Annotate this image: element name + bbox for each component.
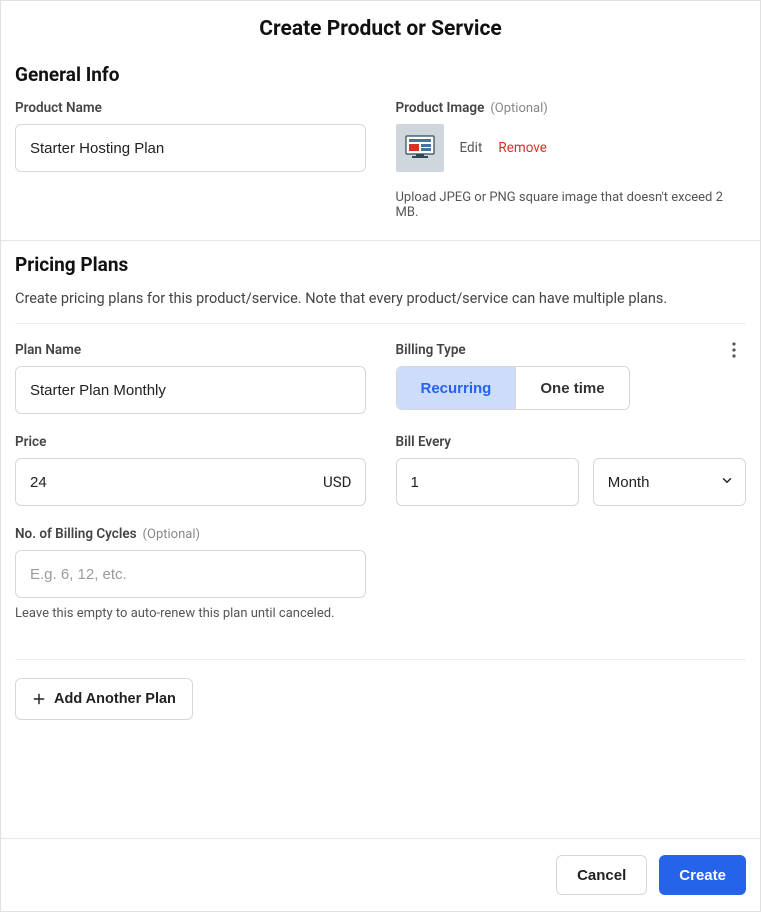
pricing-plans-section: Pricing Plans Create pricing plans for t…: [1, 241, 760, 740]
billing-onetime-button[interactable]: One time: [516, 367, 628, 409]
modal-footer: Cancel Create: [1, 838, 760, 911]
remove-image-link[interactable]: Remove: [498, 140, 547, 156]
kebab-icon: [732, 342, 736, 358]
billing-type-segmented: Recurring One time: [396, 366, 630, 410]
price-field: Price USD: [15, 434, 366, 506]
price-input[interactable]: [15, 458, 366, 506]
plan-name-input[interactable]: [15, 366, 366, 414]
product-image-field: Product Image (Optional): [396, 100, 747, 220]
product-name-label: Product Name: [15, 100, 366, 116]
billing-cycles-field: No. of Billing Cycles (Optional) Leave t…: [15, 526, 366, 621]
product-name-field: Product Name: [15, 100, 366, 172]
create-button[interactable]: Create: [659, 855, 746, 895]
billing-type-field: Billing Type Recurring One time: [396, 342, 747, 410]
product-image-label: Product Image (Optional): [396, 100, 747, 116]
pricing-heading: Pricing Plans: [15, 253, 746, 276]
cancel-button[interactable]: Cancel: [556, 855, 647, 895]
billing-cycles-input[interactable]: [15, 550, 366, 598]
optional-label: (Optional): [143, 527, 200, 542]
general-info-heading: General Info: [15, 63, 746, 86]
modal-title: Create Product or Service: [1, 1, 760, 51]
plan-name-label: Plan Name: [15, 342, 366, 358]
plan-bottom-divider: [15, 659, 746, 660]
pricing-sub: Create pricing plans for this product/se…: [15, 290, 746, 307]
currency-suffix: USD: [323, 473, 351, 491]
upload-hint: Upload JPEG or PNG square image that doe…: [396, 190, 747, 220]
bill-every-field: Bill Every: [396, 434, 747, 506]
billing-recurring-button[interactable]: Recurring: [397, 367, 517, 409]
bill-every-label: Bill Every: [396, 434, 747, 450]
plus-icon: [32, 692, 46, 706]
edit-image-link[interactable]: Edit: [460, 140, 483, 156]
plan-menu-button[interactable]: [722, 338, 746, 362]
plan-name-field: Plan Name: [15, 342, 366, 414]
bill-unit-select[interactable]: [593, 458, 746, 506]
create-product-modal: Create Product or Service General Info P…: [0, 0, 761, 912]
monitor-icon: [402, 130, 438, 166]
general-info-section: General Info Product Name Product Image …: [1, 51, 760, 240]
product-name-input[interactable]: [15, 124, 366, 172]
bill-every-input[interactable]: [396, 458, 579, 506]
product-image-thumbnail[interactable]: [396, 124, 444, 172]
optional-label: (Optional): [490, 101, 547, 116]
price-label: Price: [15, 434, 366, 450]
billing-type-label: Billing Type: [396, 342, 747, 358]
add-another-plan-button[interactable]: Add Another Plan: [15, 678, 193, 720]
billing-cycles-label: No. of Billing Cycles (Optional): [15, 526, 366, 542]
plan-top-divider: [15, 323, 746, 324]
billing-cycles-hint: Leave this empty to auto-renew this plan…: [15, 606, 366, 621]
